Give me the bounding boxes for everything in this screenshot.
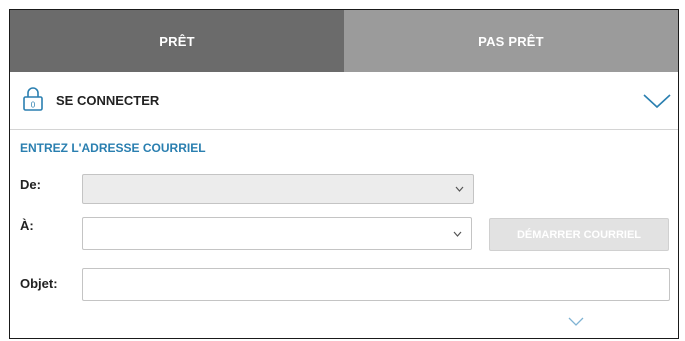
from-select[interactable] xyxy=(82,174,474,204)
subject-label: Objet: xyxy=(20,276,58,291)
svg-text:0: 0 xyxy=(31,101,36,110)
chevron-down-icon[interactable] xyxy=(568,317,584,327)
start-email-button[interactable]: DÉMARRER COURRIEL xyxy=(489,218,669,251)
tab-ready[interactable]: PRÊT xyxy=(10,10,344,72)
chevron-down-icon xyxy=(455,186,464,192)
tab-not-ready[interactable]: PAS PRÊT xyxy=(344,10,678,72)
subject-input[interactable] xyxy=(82,268,670,301)
login-label: SE CONNECTER xyxy=(56,93,160,108)
to-select[interactable] xyxy=(82,217,472,250)
chevron-down-icon[interactable] xyxy=(642,92,672,110)
chevron-down-icon xyxy=(453,231,462,237)
login-row[interactable]: 0 SE CONNECTER xyxy=(10,72,678,130)
status-tabs: PRÊT PAS PRÊT xyxy=(10,10,678,72)
from-label: De: xyxy=(20,177,41,192)
app-panel: PRÊT PAS PRÊT 0 SE CONNECTER ENTREZ L'AD… xyxy=(9,9,679,339)
lock-icon: 0 xyxy=(23,87,43,111)
email-section-title: ENTREZ L'ADRESSE COURRIEL xyxy=(20,141,206,155)
to-label: À: xyxy=(20,218,34,233)
